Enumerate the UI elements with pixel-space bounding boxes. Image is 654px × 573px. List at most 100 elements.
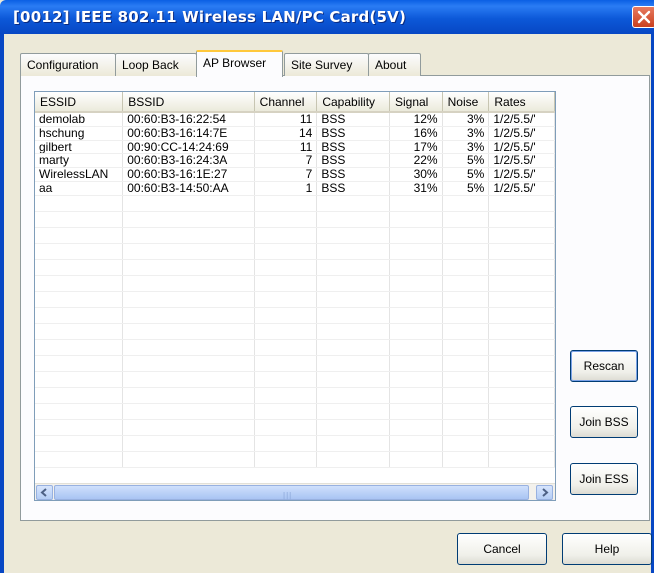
- help-button[interactable]: Help: [562, 533, 652, 565]
- cancel-button[interactable]: Cancel: [457, 533, 547, 565]
- empty-cell: [254, 323, 318, 340]
- empty-cell: [122, 339, 255, 356]
- column-header-noise[interactable]: Noise: [442, 92, 490, 113]
- empty-cell: [442, 291, 490, 308]
- column-header-signal[interactable]: Signal: [389, 92, 443, 113]
- empty-cell: [254, 435, 318, 452]
- tab-label: Configuration: [27, 58, 99, 72]
- empty-cell: [122, 435, 255, 452]
- tab-configuration[interactable]: Configuration: [20, 53, 116, 76]
- empty-cell: [442, 211, 490, 228]
- empty-cell: [488, 371, 555, 388]
- empty-cell: [254, 291, 318, 308]
- empty-cell: [35, 339, 124, 356]
- ap-list[interactable]: ESSID BSSID Channel Capability Signal No…: [34, 91, 556, 501]
- empty-cell: [122, 307, 255, 324]
- table-row[interactable]: marty 00:60:B3-16:24:3A 7 BSS 22% 5% 1/2…: [35, 153, 555, 169]
- empty-cell: [122, 227, 255, 244]
- table-row[interactable]: gilbert 00:90:CC-14:24:69 11 BSS 17% 3% …: [35, 140, 555, 155]
- table-row[interactable]: demolab 00:60:B3-16:22:54 11 BSS 12% 3% …: [35, 112, 555, 127]
- empty-row: [35, 275, 555, 292]
- empty-row: [35, 243, 555, 260]
- table-row[interactable]: WirelessLAN 00:60:B3-16:1E:27 7 BSS 30% …: [35, 167, 555, 182]
- empty-cell: [316, 387, 390, 404]
- empty-cell: [389, 243, 443, 260]
- empty-cell: [488, 387, 555, 404]
- empty-cell: [488, 227, 555, 244]
- scroll-thumb[interactable]: |||: [54, 485, 529, 500]
- empty-row: [35, 195, 555, 212]
- column-header-channel[interactable]: Channel: [254, 92, 318, 113]
- empty-cell: [35, 451, 124, 468]
- column-header-rates[interactable]: Rates: [488, 92, 555, 113]
- title-bar[interactable]: [0012] IEEE 802.11 Wireless LAN/PC Card(…: [0, 0, 654, 34]
- empty-cell: [122, 403, 255, 420]
- empty-cell: [488, 323, 555, 340]
- empty-row: [35, 291, 555, 308]
- empty-row: [35, 323, 555, 340]
- empty-cell: [389, 195, 443, 212]
- column-header-capability[interactable]: Capability: [316, 92, 390, 113]
- cell-channel: 7: [254, 153, 318, 169]
- join-ess-button[interactable]: Join ESS: [570, 463, 638, 495]
- scroll-left-button[interactable]: [36, 485, 53, 500]
- cell-bssid: 00:60:B3-14:50:AA: [122, 181, 255, 196]
- empty-cell: [122, 371, 255, 388]
- horizontal-scrollbar[interactable]: |||: [35, 483, 555, 500]
- cell-signal: 30%: [389, 167, 443, 182]
- empty-cell: [442, 371, 490, 388]
- cell-essid: hschung: [35, 126, 124, 141]
- cell-bssid: 00:60:B3-16:22:54: [122, 112, 255, 127]
- cell-rates: 1/2/5.5/': [488, 153, 555, 169]
- empty-row: [35, 339, 555, 356]
- empty-cell: [389, 451, 443, 468]
- tab-label: About: [375, 58, 407, 72]
- tab-label: Site Survey: [291, 58, 353, 72]
- empty-cell: [442, 403, 490, 420]
- tab-loop-back[interactable]: Loop Back: [115, 53, 197, 76]
- empty-cell: [254, 403, 318, 420]
- tab-site-survey[interactable]: Site Survey: [284, 53, 369, 76]
- tab-ap-browser[interactable]: AP Browser: [196, 50, 283, 77]
- empty-cell: [442, 339, 490, 356]
- empty-cell: [254, 195, 318, 212]
- empty-cell: [35, 307, 124, 324]
- close-icon: [637, 10, 651, 24]
- empty-cell: [316, 403, 390, 420]
- empty-row: [35, 355, 555, 372]
- chevron-left-icon: [40, 488, 47, 497]
- cell-channel: 1: [254, 181, 318, 196]
- tab-about[interactable]: About: [368, 53, 421, 76]
- table-row[interactable]: hschung 00:60:B3-16:14:7E 14 BSS 16% 3% …: [35, 126, 555, 141]
- join-bss-button[interactable]: Join BSS: [570, 406, 638, 438]
- empty-cell: [122, 243, 255, 260]
- empty-cell: [254, 371, 318, 388]
- empty-cell: [122, 211, 255, 228]
- empty-cell: [442, 275, 490, 292]
- empty-cell: [35, 211, 124, 228]
- empty-cell: [122, 291, 255, 308]
- cell-noise: 5%: [442, 167, 490, 182]
- close-button[interactable]: [632, 6, 654, 28]
- empty-cell: [389, 339, 443, 356]
- empty-cell: [316, 211, 390, 228]
- empty-cell: [488, 339, 555, 356]
- table-row[interactable]: aa 00:60:B3-14:50:AA 1 BSS 31% 5% 1/2/5.…: [35, 181, 555, 196]
- empty-cell: [442, 195, 490, 212]
- cell-rates: 1/2/5.5/': [488, 167, 555, 182]
- column-header-bssid[interactable]: BSSID: [122, 92, 255, 113]
- empty-cell: [35, 195, 124, 212]
- empty-cell: [488, 451, 555, 468]
- column-header-essid[interactable]: ESSID: [35, 92, 124, 113]
- cell-channel: 11: [254, 140, 318, 155]
- cell-channel: 7: [254, 167, 318, 182]
- scroll-grip-icon: |||: [283, 491, 293, 500]
- empty-cell: [389, 371, 443, 388]
- cell-bssid: 00:60:B3-16:14:7E: [122, 126, 255, 141]
- scroll-right-button[interactable]: [536, 485, 553, 500]
- empty-row: [35, 387, 555, 404]
- rescan-button[interactable]: Rescan: [570, 350, 638, 382]
- empty-row: [35, 211, 555, 228]
- empty-cell: [442, 451, 490, 468]
- empty-cell: [316, 339, 390, 356]
